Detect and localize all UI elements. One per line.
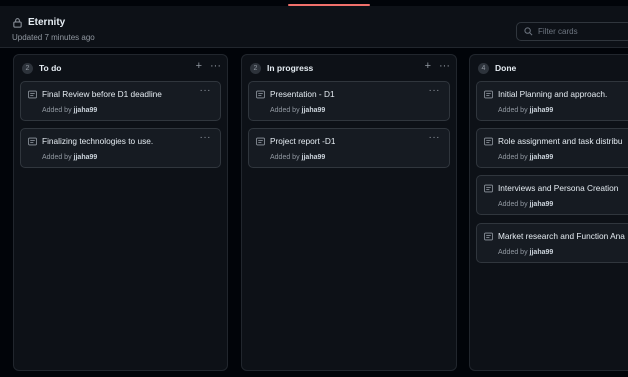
column-title: Done: [495, 63, 517, 73]
card-title-row: Finalizing technologies to use.: [28, 136, 200, 146]
card-count-badge: 4: [478, 62, 489, 74]
card-title[interactable]: Role assignment and task distribu: [498, 136, 623, 146]
added-by-label: Added by: [498, 107, 530, 114]
card-author[interactable]: jjaha99: [74, 154, 98, 161]
card-title-row: Role assignment and task distribu: [484, 136, 628, 146]
card-meta: Added by jjaha99: [42, 107, 97, 114]
project-updated-text: Updated 7 minutes ago: [12, 33, 95, 42]
card-meta: Added by jjaha99: [498, 107, 553, 114]
card[interactable]: Final Review before D1 deadline ··· Adde…: [20, 81, 221, 121]
added-by-label: Added by: [498, 154, 530, 161]
add-card-button[interactable]: +: [425, 61, 431, 72]
card-menu-button[interactable]: ···: [200, 85, 212, 96]
card-title-row: Presentation - D1: [256, 89, 429, 99]
column-done: 4 Done Initial Planning and approach. Ad…: [469, 54, 628, 371]
card[interactable]: Role assignment and task distribu Added …: [476, 128, 628, 168]
filter-cards-field[interactable]: [516, 22, 628, 41]
board: 2 To do + ··· Final Review before D1 dea…: [0, 48, 628, 377]
card-title-row: Market research and Function Ana: [484, 231, 628, 241]
note-icon: [256, 137, 265, 145]
card-title[interactable]: Finalizing technologies to use.: [42, 136, 153, 146]
column-menu-button[interactable]: ···: [439, 61, 450, 72]
note-icon: [484, 137, 493, 145]
card-title[interactable]: Project report -D1: [270, 136, 335, 146]
card-meta: Added by jjaha99: [42, 154, 97, 161]
column-in-progress: 2 In progress + ··· Presentation - D1 ··…: [241, 54, 457, 371]
card[interactable]: Presentation - D1 ··· Added by jjaha99: [248, 81, 450, 121]
note-icon: [484, 184, 493, 192]
note-icon: [484, 90, 493, 98]
added-by-label: Added by: [270, 107, 302, 114]
card-author[interactable]: jjaha99: [74, 107, 98, 114]
card-author[interactable]: jjaha99: [530, 249, 554, 256]
search-icon: [524, 27, 533, 36]
card-author[interactable]: jjaha99: [530, 201, 554, 208]
card-author[interactable]: jjaha99: [302, 154, 326, 161]
column-menu-button[interactable]: ···: [210, 61, 221, 72]
card-title[interactable]: Final Review before D1 deadline: [42, 89, 162, 99]
card-title[interactable]: Market research and Function Ana: [498, 231, 625, 241]
column-actions: + ···: [196, 61, 221, 72]
column-to-do: 2 To do + ··· Final Review before D1 dea…: [13, 54, 228, 371]
card-author[interactable]: jjaha99: [302, 107, 326, 114]
project-title-row: Eternity: [12, 17, 65, 28]
add-card-button[interactable]: +: [196, 61, 202, 72]
card-title-row: Project report -D1: [256, 136, 429, 146]
note-icon: [256, 90, 265, 98]
note-icon: [28, 137, 37, 145]
lock-icon: [13, 18, 22, 28]
note-icon: [484, 232, 493, 240]
card-menu-button[interactable]: ···: [200, 132, 212, 143]
column-actions: + ···: [425, 61, 450, 72]
card[interactable]: Initial Planning and approach. Added by …: [476, 81, 628, 121]
card-meta: Added by jjaha99: [270, 107, 325, 114]
added-by-label: Added by: [498, 201, 530, 208]
project-board-app: Eternity Updated 7 minutes ago 2 To do +…: [0, 0, 628, 377]
card-count-badge: 2: [22, 62, 33, 74]
card-meta: Added by jjaha99: [498, 201, 553, 208]
added-by-label: Added by: [498, 249, 530, 256]
card-meta: Added by jjaha99: [498, 154, 553, 161]
card-meta: Added by jjaha99: [498, 249, 553, 256]
added-by-label: Added by: [270, 154, 302, 161]
filter-cards-input[interactable]: [538, 27, 628, 36]
column-title: In progress: [267, 63, 314, 73]
card-title[interactable]: Interviews and Persona Creation: [498, 183, 618, 193]
card-menu-button[interactable]: ···: [429, 132, 441, 143]
note-icon: [28, 90, 37, 98]
card[interactable]: Market research and Function Ana Added b…: [476, 223, 628, 263]
column-header: 4 Done: [470, 55, 628, 81]
project-header: Eternity Updated 7 minutes ago: [0, 6, 628, 48]
card-title[interactable]: Initial Planning and approach.: [498, 89, 607, 99]
card-author[interactable]: jjaha99: [530, 107, 554, 114]
card-title[interactable]: Presentation - D1: [270, 89, 335, 99]
added-by-label: Added by: [42, 154, 74, 161]
card-meta: Added by jjaha99: [270, 154, 325, 161]
card-author[interactable]: jjaha99: [530, 154, 554, 161]
card-count-badge: 2: [250, 62, 261, 74]
card[interactable]: Interviews and Persona Creation Added by…: [476, 175, 628, 215]
column-title: To do: [39, 63, 62, 73]
card-title-row: Initial Planning and approach.: [484, 89, 628, 99]
card-title-row: Interviews and Persona Creation: [484, 183, 628, 193]
project-title[interactable]: Eternity: [28, 17, 65, 28]
card-title-row: Final Review before D1 deadline: [28, 89, 200, 99]
card[interactable]: Project report -D1 ··· Added by jjaha99: [248, 128, 450, 168]
card-menu-button[interactable]: ···: [429, 85, 441, 96]
card[interactable]: Finalizing technologies to use. ··· Adde…: [20, 128, 221, 168]
added-by-label: Added by: [42, 107, 74, 114]
